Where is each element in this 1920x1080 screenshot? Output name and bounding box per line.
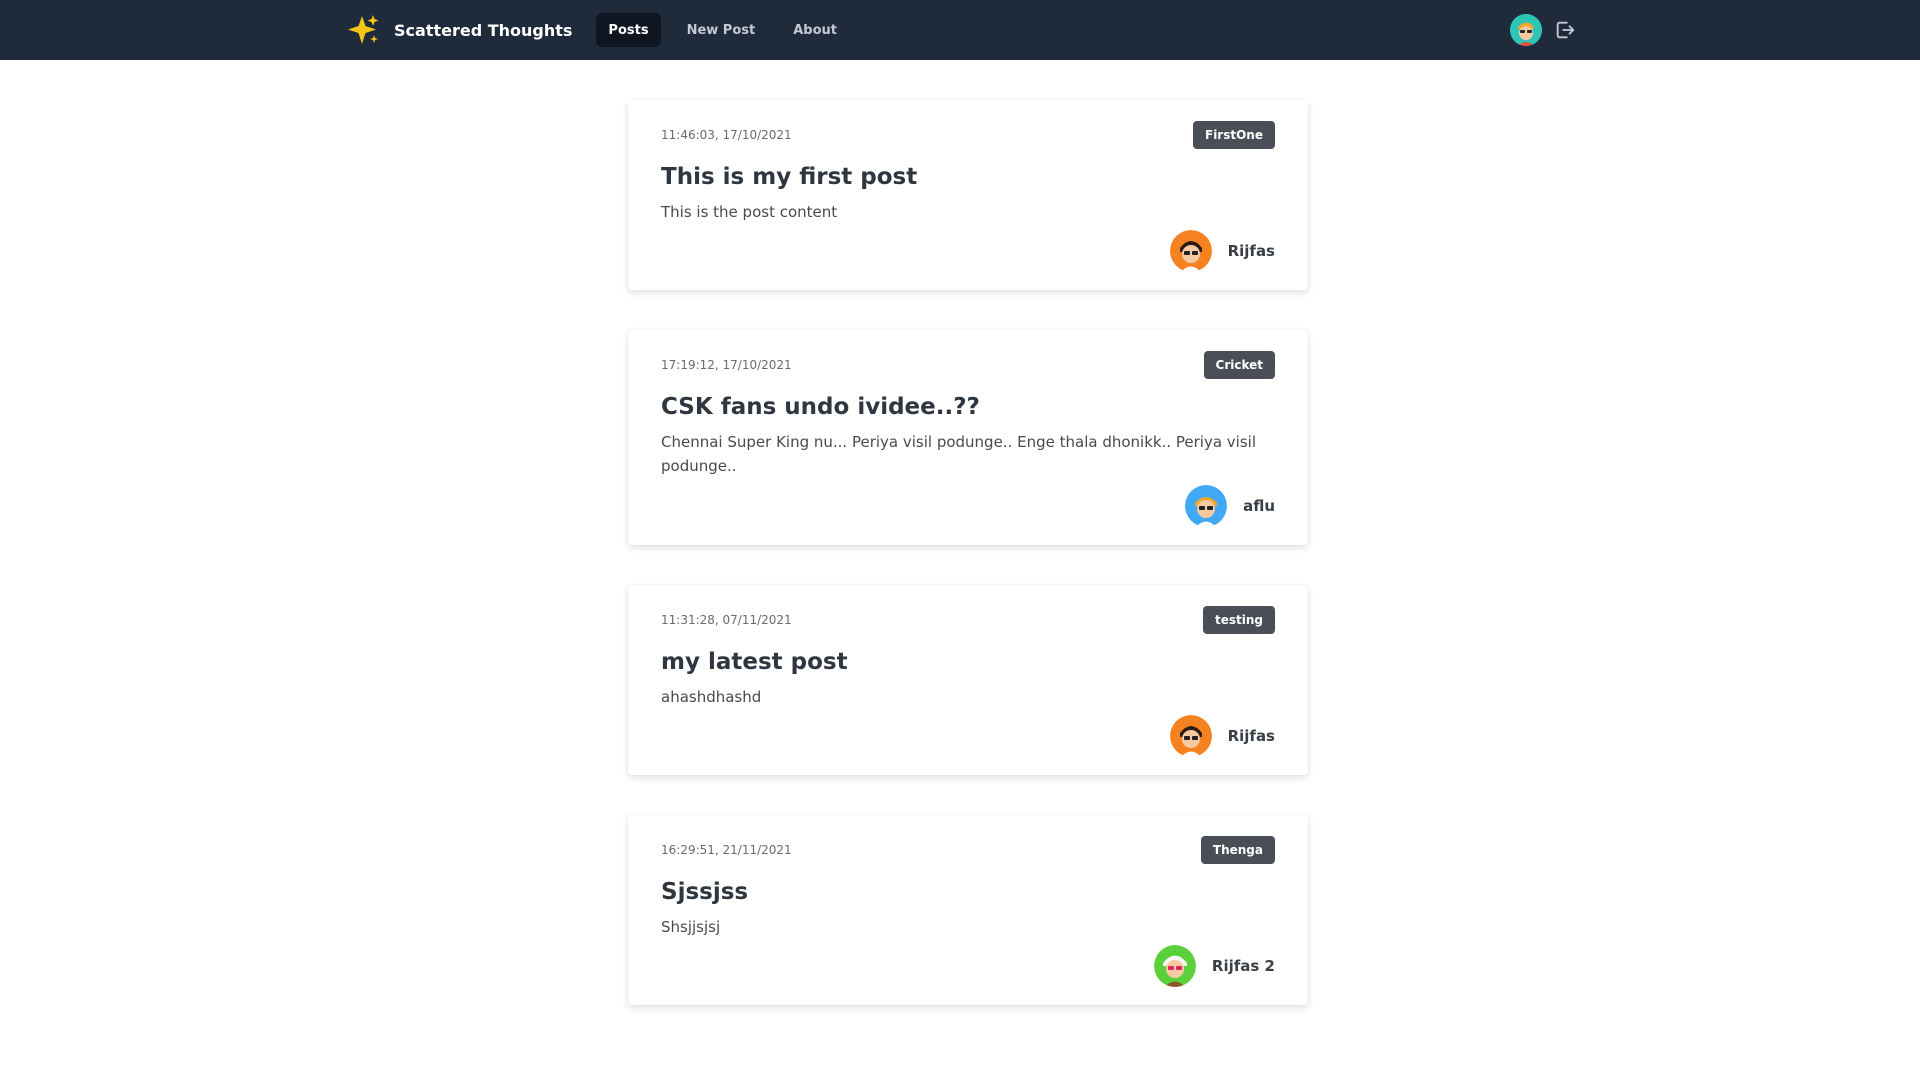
post-meta: 11:31:28, 07/11/2021 testing bbox=[661, 605, 1275, 635]
post-tag[interactable]: Cricket bbox=[1203, 351, 1275, 379]
author-avatar bbox=[1169, 230, 1212, 272]
post-author[interactable]: Rijfas bbox=[1169, 230, 1275, 272]
post-content: This is the post content bbox=[661, 203, 838, 221]
brand[interactable]: Scattered Thoughts bbox=[344, 0, 572, 60]
post-tag[interactable]: FirstOne bbox=[1193, 121, 1275, 149]
post-author[interactable]: Rijfas 2 bbox=[1153, 945, 1275, 987]
navbar-right bbox=[1510, 14, 1576, 46]
author-name: aflu bbox=[1243, 497, 1275, 515]
nav-item-posts[interactable]: Posts bbox=[596, 13, 661, 47]
navbar-container: Scattered Thoughts Posts New Post About bbox=[344, 0, 1576, 60]
post-author[interactable]: aflu bbox=[1185, 485, 1275, 527]
post-content: Shsjjsjsj bbox=[661, 918, 721, 936]
post-timestamp: 11:31:28, 07/11/2021 bbox=[661, 613, 792, 627]
sparkles-icon bbox=[344, 10, 384, 50]
post-title[interactable]: CSK fans undo ividee..?? bbox=[661, 392, 1275, 422]
nav-item-new-post[interactable]: New Post bbox=[675, 13, 768, 47]
post-content: Chennai Super King nu... Periya visil po… bbox=[661, 433, 1256, 475]
post-title[interactable]: my latest post bbox=[661, 647, 1275, 677]
post-card[interactable]: 17:19:12, 17/10/2021 Cricket CSK fans un… bbox=[628, 330, 1308, 545]
nav-item-about[interactable]: About bbox=[781, 13, 849, 47]
post-list: 11:46:03, 17/10/2021 FirstOne This is my… bbox=[628, 100, 1308, 1045]
post-card[interactable]: 11:46:03, 17/10/2021 FirstOne This is my… bbox=[628, 100, 1308, 290]
post-tag[interactable]: Thenga bbox=[1200, 836, 1275, 864]
post-meta: 11:46:03, 17/10/2021 FirstOne bbox=[661, 120, 1275, 150]
post-timestamp: 17:19:12, 17/10/2021 bbox=[661, 358, 792, 372]
author-avatar bbox=[1153, 945, 1196, 987]
post-timestamp: 16:29:51, 21/11/2021 bbox=[661, 843, 792, 857]
post-tag[interactable]: testing bbox=[1203, 606, 1275, 634]
logout-icon[interactable] bbox=[1554, 19, 1576, 41]
post-title[interactable]: Sjssjss bbox=[661, 877, 1275, 907]
post-title[interactable]: This is my first post bbox=[661, 162, 1275, 192]
author-avatar bbox=[1185, 485, 1228, 527]
user-avatar[interactable] bbox=[1510, 14, 1542, 46]
post-content: ahashdhashd bbox=[661, 688, 762, 706]
author-name: Rijfas bbox=[1227, 242, 1275, 260]
post-card[interactable]: 16:29:51, 21/11/2021 Thenga Sjssjss Shsj… bbox=[628, 815, 1308, 1005]
post-timestamp: 11:46:03, 17/10/2021 bbox=[661, 128, 792, 142]
post-meta: 17:19:12, 17/10/2021 Cricket bbox=[661, 350, 1275, 380]
post-card[interactable]: 11:31:28, 07/11/2021 testing my latest p… bbox=[628, 585, 1308, 775]
author-avatar bbox=[1169, 715, 1212, 757]
brand-title: Scattered Thoughts bbox=[394, 20, 573, 40]
post-author[interactable]: Rijfas bbox=[1169, 715, 1275, 757]
top-navbar: Scattered Thoughts Posts New Post About bbox=[0, 0, 1920, 60]
author-name: Rijfas bbox=[1227, 727, 1275, 745]
author-name: Rijfas 2 bbox=[1211, 957, 1275, 975]
post-meta: 16:29:51, 21/11/2021 Thenga bbox=[661, 835, 1275, 865]
